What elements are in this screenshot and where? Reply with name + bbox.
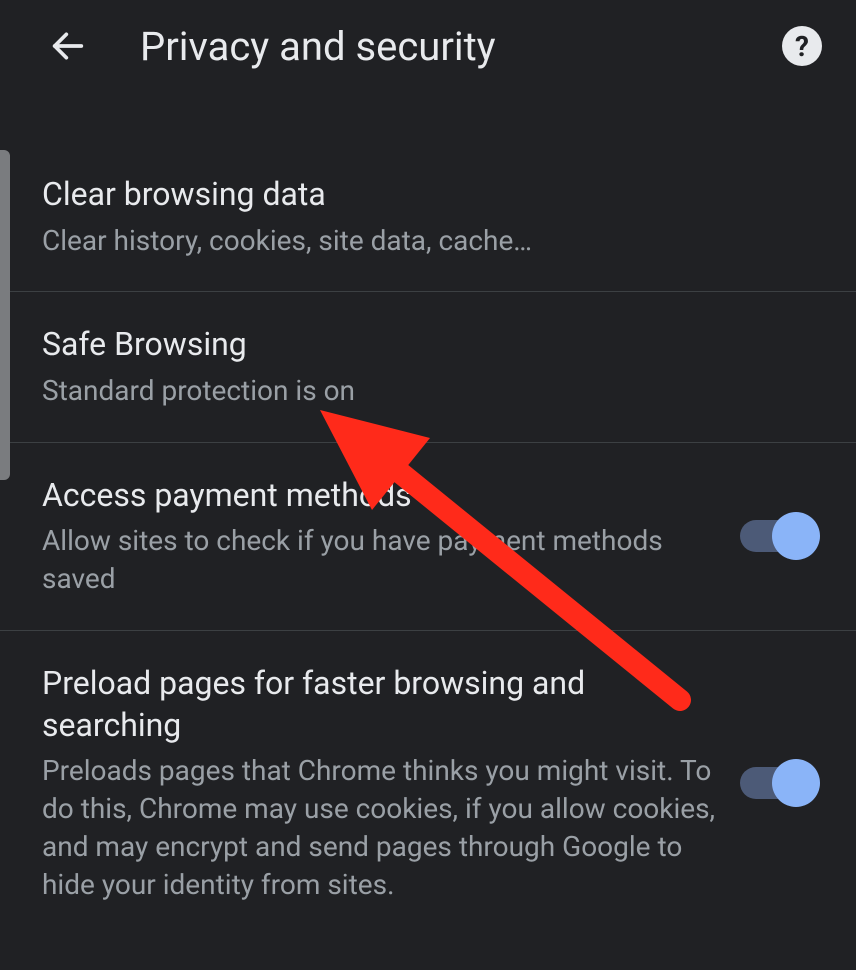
item-title: Access payment methods: [42, 475, 716, 517]
payment-methods-toggle[interactable]: [740, 520, 814, 552]
clear-browsing-data-item[interactable]: Clear browsing data Clear history, cooki…: [0, 142, 856, 292]
back-button[interactable]: [44, 22, 92, 70]
scroll-indicator[interactable]: [0, 150, 10, 480]
arrow-left-icon: [48, 26, 88, 66]
item-subtitle: Allow sites to check if you have payment…: [42, 522, 716, 598]
safe-browsing-item[interactable]: Safe Browsing Standard protection is on: [0, 292, 856, 442]
help-button[interactable]: ?: [782, 26, 822, 66]
access-payment-methods-item[interactable]: Access payment methods Allow sites to ch…: [0, 443, 856, 631]
item-subtitle: Standard protection is on: [42, 372, 814, 410]
item-title: Preload pages for faster browsing and se…: [42, 663, 716, 746]
header: Privacy and security ?: [0, 0, 856, 92]
toggle-thumb: [772, 759, 820, 807]
item-subtitle: Clear history, cookies, site data, cache…: [42, 222, 814, 260]
preload-pages-toggle[interactable]: [740, 767, 814, 799]
item-subtitle: Preloads pages that Chrome thinks you mi…: [42, 752, 716, 903]
item-title: Clear browsing data: [42, 174, 814, 216]
toggle-thumb: [772, 512, 820, 560]
help-icon: ?: [795, 30, 809, 63]
settings-list: Clear browsing data Clear history, cooki…: [0, 92, 856, 935]
preload-pages-item[interactable]: Preload pages for faster browsing and se…: [0, 631, 856, 935]
item-title: Safe Browsing: [42, 324, 814, 366]
page-title: Privacy and security: [140, 23, 734, 70]
